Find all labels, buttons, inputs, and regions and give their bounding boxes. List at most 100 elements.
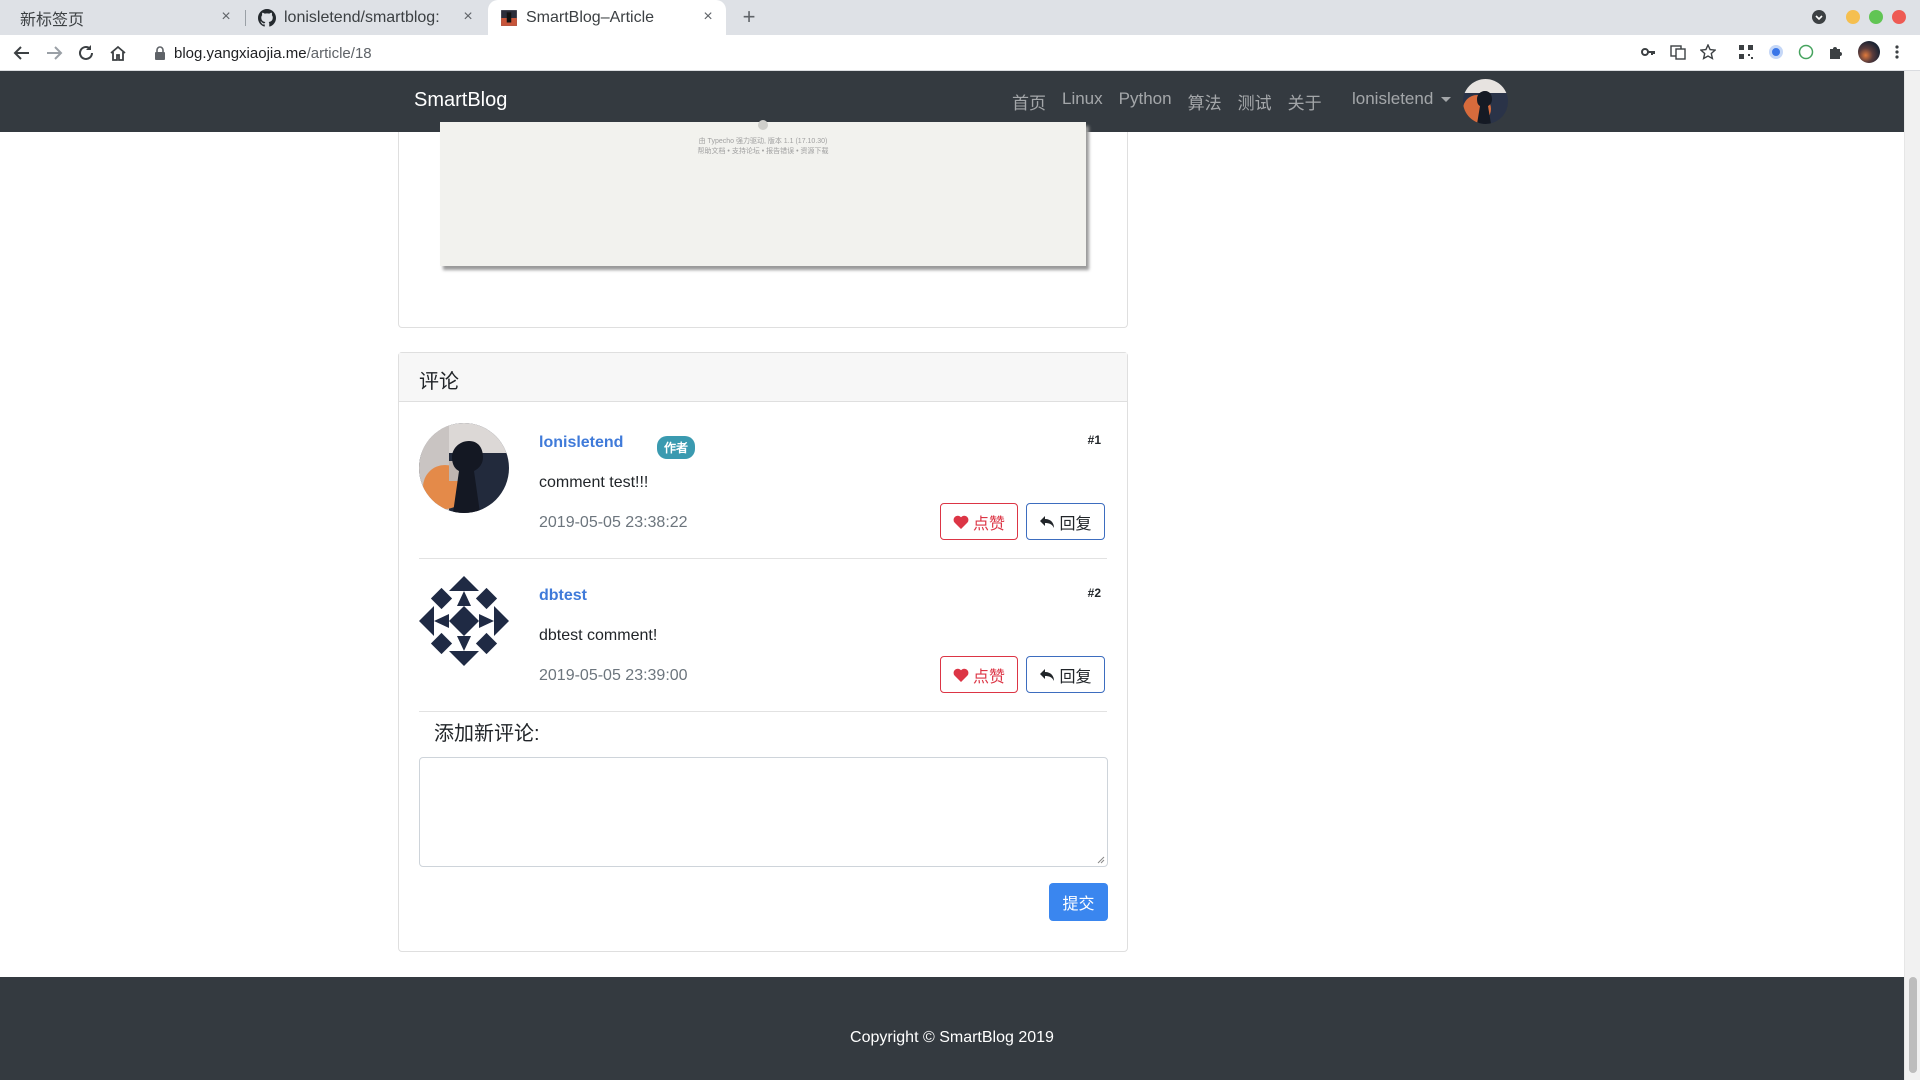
heart-icon [953,515,969,529]
profile-avatar[interactable] [1858,41,1880,63]
avatar-photo-icon [1463,79,1508,124]
minimize-window-button[interactable] [1846,10,1860,24]
browser-tab-newtab[interactable]: 新标签页 × [0,0,244,35]
image-caption-links: 帮助文档 • 支持论坛 • 报告错误 • 资源下载 [697,148,829,155]
reply-button[interactable]: 回复 [1026,503,1105,540]
close-window-button[interactable] [1892,10,1906,24]
browser-toolbar: blog.yangxiaojia.me/article/18 [0,35,1920,71]
scrollbar-thumb[interactable] [1909,977,1917,1073]
github-icon [258,8,276,27]
tab-search-icon[interactable] [1811,9,1827,25]
add-comment-title: 添加新评论: [434,723,540,745]
tab-close-icon[interactable]: × [458,7,478,27]
heart-icon [953,668,969,682]
comment-time: 2019-05-05 23:38:22 [539,514,688,531]
like-button[interactable]: 点赞 [940,656,1018,693]
page-scrollbar[interactable] [1904,71,1920,1080]
home-button[interactable] [106,41,130,65]
caret-down-icon [1441,96,1452,102]
back-button[interactable] [10,41,34,65]
divider [419,558,1107,559]
tab-title: SmartBlog–Article [526,8,655,26]
comments-header: 评论 [399,353,1127,402]
arrow-right-icon [47,46,63,60]
more-menu-icon[interactable] [1894,44,1900,60]
tab-title: 新标签页 [20,11,85,29]
puzzle-icon[interactable] [1828,44,1844,60]
reply-icon [1040,668,1055,681]
arrow-left-icon [13,46,29,60]
reply-label: 回复 [1059,515,1092,533]
user-dropdown[interactable]: lonisletend [1352,89,1452,109]
comment-time: 2019-05-05 23:39:00 [539,667,688,684]
nav-link-home[interactable]: 首页 [1012,89,1046,114]
user-name: lonisletend [1352,89,1434,108]
home-icon [110,45,126,61]
nav-link-python[interactable]: Python [1119,89,1172,114]
comment-text: dbtest comment! [539,627,658,644]
image-caption: 由 Typecho 强力驱动, 版本 1.1 (17.10.30) [698,138,828,145]
like-label: 点赞 [972,668,1005,686]
like-button[interactable]: 点赞 [940,503,1018,540]
comment-floor-number: #1 [1087,433,1101,447]
site-brand[interactable]: SmartBlog [414,89,507,112]
article-card: 由 Typecho 强力驱动, 版本 1.1 (17.10.30) 帮助文档 •… [398,120,1128,328]
resize-grip-icon[interactable] [1097,856,1105,864]
reload-icon [79,45,93,60]
comment-floor-number: #2 [1087,586,1101,600]
nav-link-algorithm[interactable]: 算法 [1188,89,1222,114]
maximize-window-button[interactable] [1869,10,1883,24]
site-nav: 首页 Linux Python 算法 测试 关于 [1012,89,1338,114]
comment-author-link[interactable]: lonisletend [539,434,623,452]
commenter-avatar [419,423,509,513]
forward-button[interactable] [42,41,66,65]
smartblog-favicon-icon [501,9,517,26]
comment-item: dbtest #2 dbtest comment! 2019-05-05 23:… [419,576,1107,696]
copyright-text: Copyright © SmartBlog 2019 [850,1029,1054,1046]
navbar-avatar[interactable] [1463,79,1508,124]
article-image: 由 Typecho 强力驱动, 版本 1.1 (17.10.30) 帮助文档 •… [440,120,1086,266]
qr-code-icon[interactable] [1738,44,1754,60]
translate-icon[interactable] [1670,44,1686,60]
url-text: blog.yangxiaojia.me/article/18 [174,45,372,62]
star-icon[interactable] [1700,44,1716,60]
tab-title: lonisletend/smartblog: [284,8,440,26]
new-tab-button[interactable]: + [735,3,763,31]
url-host: blog.yangxiaojia.me [174,44,307,62]
key-icon[interactable] [1640,44,1656,60]
divider [419,711,1107,712]
reload-button[interactable] [74,41,98,65]
browser-tab-smartblog[interactable]: SmartBlog–Article × [488,0,726,35]
submit-comment-button[interactable]: 提交 [1049,883,1108,921]
avatar-photo-icon [419,423,509,513]
comment-item: lonisletend 作者 #1 comment test!!! 2019-0… [419,423,1107,543]
identicon-avatar-icon [419,576,509,666]
comments-card: 评论 lonisletend 作者 #1 comment test!!! 201… [398,352,1128,952]
tab-close-icon[interactable]: × [698,7,718,27]
nav-link-test[interactable]: 测试 [1238,89,1272,114]
web-page: SmartBlog 首页 Linux Python 算法 测试 关于 lonis… [0,71,1904,1080]
url-path: /article/18 [306,44,372,62]
typecho-logo-icon [758,120,768,130]
window-controls [1811,9,1906,25]
browser-tab-github[interactable]: lonisletend/smartblog: × [246,0,486,35]
extension-blue-icon[interactable] [1768,44,1784,60]
site-footer: Copyright © SmartBlog 2019 [0,977,1904,1080]
comment-author-link[interactable]: dbtest [539,587,587,605]
commenter-avatar [419,576,509,666]
like-label: 点赞 [972,515,1005,533]
browser-tab-bar: 新标签页 × lonisletend/smartblog: × SmartBlo… [0,0,1920,35]
reply-icon [1040,515,1055,528]
address-bar[interactable]: blog.yangxiaojia.me/article/18 [142,39,1654,67]
lock-icon [155,46,165,60]
extension-green-icon[interactable] [1798,44,1814,60]
reply-label: 回复 [1059,668,1092,686]
comment-textarea[interactable] [419,757,1108,867]
toolbar-icons [1640,41,1900,63]
comment-text: comment test!!! [539,474,649,491]
nav-link-linux[interactable]: Linux [1062,89,1103,114]
tab-close-icon[interactable]: × [216,7,236,27]
author-badge: 作者 [657,436,696,459]
reply-button[interactable]: 回复 [1026,656,1105,693]
nav-link-about[interactable]: 关于 [1288,89,1322,114]
